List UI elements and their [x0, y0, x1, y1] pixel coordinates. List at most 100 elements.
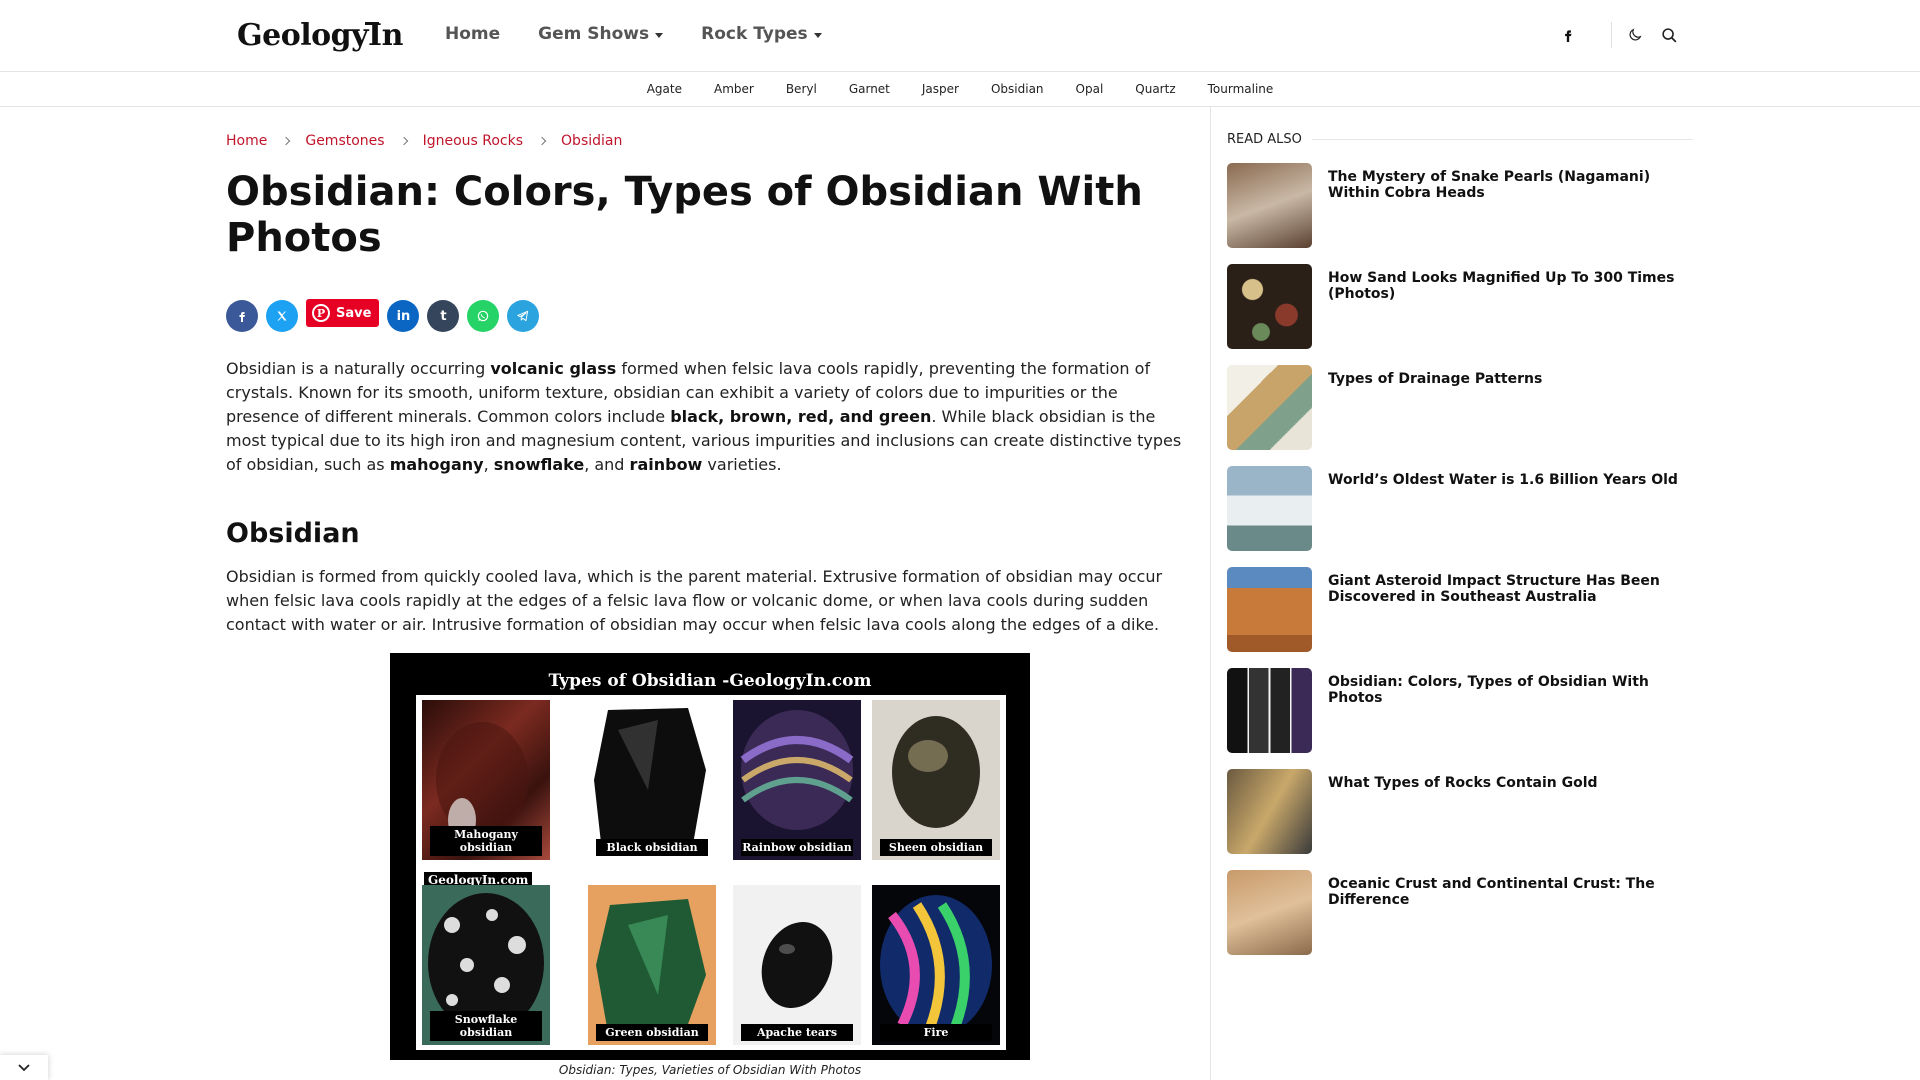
black-obsidian-photo: Black obsidian [588, 700, 716, 860]
read-also-title[interactable]: How Sand Looks Magnified Up To 300 Times… [1328, 270, 1688, 302]
breadcrumb: Home Gemstones Igneous Rocks Obsidian [226, 133, 622, 149]
nav-gem-shows-label: Gem Shows [538, 24, 650, 44]
read-also-title[interactable]: Oceanic Crust and Continental Crust: The… [1328, 876, 1688, 908]
read-also-item[interactable]: What Types of Rocks Contain Gold [1227, 769, 1693, 855]
chevron-down-icon [813, 33, 822, 38]
tile-caption: Mahogany obsidian [430, 826, 542, 856]
intro-text: Obsidian is a naturally occurring [226, 359, 491, 378]
tile-caption: Fire [880, 1024, 992, 1041]
intro-text: , [483, 455, 494, 474]
formation-paragraph: Obsidian is formed from quickly cooled l… [226, 567, 1163, 634]
category-obsidian[interactable]: Obsidian [991, 82, 1044, 96]
breadcrumb-igneous-rocks[interactable]: Igneous Rocks [423, 133, 523, 149]
article-thumbnail [1227, 567, 1312, 652]
intro-text: , and [584, 455, 630, 474]
nav-home-label: Home [445, 24, 501, 44]
intro-bold: snowflake [493, 455, 585, 474]
category-quartz[interactable]: Quartz [1135, 82, 1175, 96]
category-opal[interactable]: Opal [1076, 82, 1104, 96]
read-also-heading: READ ALSO [1227, 132, 1693, 147]
sidebar-divider [1210, 107, 1211, 1080]
category-nav: Agate Amber Beryl Garnet Jasper Obsidian… [0, 72, 1920, 107]
tumblr-icon: t [440, 308, 447, 324]
share-facebook-button[interactable] [226, 300, 258, 332]
share-telegram-button[interactable] [507, 300, 540, 332]
share-x-button[interactable] [266, 300, 298, 332]
nav-rock-types-label: Rock Types [701, 24, 808, 44]
rainbow-obsidian-photo: Rainbow obsidian [733, 700, 861, 860]
read-also-item[interactable]: Giant Asteroid Impact Structure Has Been… [1227, 567, 1693, 653]
read-also-item[interactable]: Oceanic Crust and Continental Crust: The… [1227, 870, 1693, 956]
chevron-down-icon [18, 1063, 30, 1071]
tile-caption: Rainbow obsidian [741, 839, 853, 856]
read-also-title[interactable]: Types of Drainage Patterns [1328, 371, 1688, 387]
share-tumblr-button[interactable]: t [427, 300, 460, 332]
site-logo[interactable]: GeologyIn [237, 18, 403, 53]
intro-text: varieties. [702, 455, 782, 474]
breadcrumb-obsidian[interactable]: Obsidian [561, 133, 622, 149]
x-icon [277, 311, 287, 321]
read-also-title[interactable]: Giant Asteroid Impact Structure Has Been… [1328, 573, 1688, 605]
linkedin-icon: in [396, 308, 411, 324]
sheen-obsidian-photo: Sheen obsidian [872, 700, 1000, 860]
page-title: Obsidian: Colors, Types of Obsidian With… [226, 169, 1143, 261]
category-tourmaline[interactable]: Tourmaline [1208, 82, 1274, 96]
site-header: GeologyIn Home Gem Shows Rock Types [0, 0, 1920, 72]
article-thumbnail [1227, 365, 1312, 450]
read-also-item[interactable]: Obsidian: Colors, Types of Obsidian With… [1227, 668, 1693, 754]
main-nav: Home Gem Shows Rock Types [445, 24, 822, 44]
telegram-icon [517, 310, 529, 322]
read-also-title[interactable]: What Types of Rocks Contain Gold [1328, 775, 1688, 791]
category-agate[interactable]: Agate [647, 82, 682, 96]
read-also-item[interactable]: Types of Drainage Patterns [1227, 365, 1693, 451]
nav-gem-shows[interactable]: Gem Shows [538, 24, 664, 44]
read-also-item[interactable]: How Sand Looks Magnified Up To 300 Times… [1227, 264, 1693, 350]
category-jasper[interactable]: Jasper [922, 82, 959, 96]
intro-bold: mahogany [389, 455, 484, 474]
fire-obsidian-photo: Fire [872, 885, 1000, 1045]
intro-bold: black, brown, red, and green [670, 407, 932, 426]
pinterest-save-button[interactable]: P Save [306, 299, 380, 327]
read-also-title[interactable]: World’s Oldest Water is 1.6 Billion Year… [1328, 472, 1688, 488]
snowflake-obsidian-photo: Snowflake obsidian [422, 885, 550, 1045]
obsidian-types-image: Types of Obsidian -GeologyIn.com Mahogan… [390, 653, 1030, 1060]
facebook-icon[interactable] [1555, 22, 1581, 48]
read-also-item[interactable]: The Mystery of Snake Pearls (Nagamani) W… [1227, 163, 1693, 249]
header-icons [1555, 22, 1682, 48]
figure-board: Mahogany obsidian Black obsidian Rainbow… [416, 695, 1006, 1050]
nav-home[interactable]: Home [445, 24, 500, 44]
read-also-title[interactable]: The Mystery of Snake Pearls (Nagamani) W… [1328, 169, 1688, 201]
article-thumbnail [1227, 769, 1312, 854]
share-whatsapp-button[interactable] [467, 300, 500, 332]
share-linkedin-button[interactable]: in [387, 300, 420, 332]
mahogany-obsidian-photo: Mahogany obsidian [422, 700, 550, 860]
article-thumbnail [1227, 668, 1312, 753]
pinterest-save-label: Save [336, 305, 372, 321]
read-also-label: READ ALSO [1227, 132, 1302, 147]
read-also-item[interactable]: World’s Oldest Water is 1.6 Billion Year… [1227, 466, 1693, 552]
nav-rock-types[interactable]: Rock Types [701, 24, 822, 44]
tile-caption: Sheen obsidian [880, 839, 992, 856]
article-thumbnail [1227, 870, 1312, 955]
pinterest-icon: P [312, 304, 330, 322]
article-thumbnail [1227, 163, 1312, 248]
chevron-right-icon [537, 136, 547, 146]
category-amber[interactable]: Amber [714, 82, 754, 96]
green-obsidian-photo: Green obsidian [588, 885, 716, 1045]
figure-caption: Obsidian: Types, Varieties of Obsidian W… [558, 1063, 862, 1077]
category-beryl[interactable]: Beryl [786, 82, 817, 96]
collapse-toggle-button[interactable] [0, 1055, 48, 1080]
section-heading: Obsidian [226, 518, 360, 549]
share-bar: P Save in t [226, 299, 540, 332]
figure-title: Types of Obsidian -GeologyIn.com [548, 671, 872, 691]
chevron-right-icon [282, 136, 291, 146]
whatsapp-icon [478, 310, 489, 322]
read-also-title[interactable]: Obsidian: Colors, Types of Obsidian With… [1328, 674, 1688, 706]
breadcrumb-home[interactable]: Home [226, 133, 267, 149]
breadcrumb-gemstones[interactable]: Gemstones [305, 133, 384, 149]
search-icon[interactable] [1656, 22, 1682, 48]
dark-mode-icon[interactable] [1622, 22, 1648, 48]
header-divider [1611, 22, 1612, 48]
category-garnet[interactable]: Garnet [849, 82, 890, 96]
tile-caption: Green obsidian [596, 1024, 708, 1041]
